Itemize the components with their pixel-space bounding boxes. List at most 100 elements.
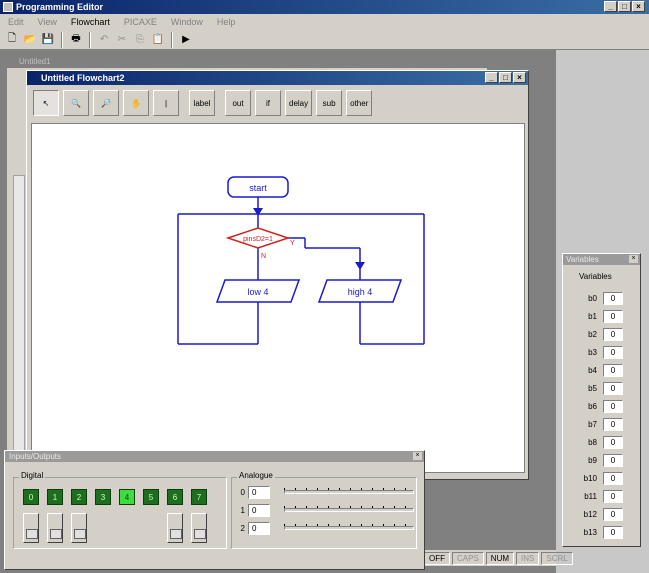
status-off: OFF [424, 551, 450, 565]
variable-row-b0: b0 0 [573, 292, 623, 305]
close-button[interactable]: × [632, 1, 645, 12]
input-switch-0[interactable] [23, 513, 39, 543]
menu-item-4[interactable]: Window [171, 17, 203, 27]
variable-value-field[interactable]: 0 [603, 454, 623, 467]
other-command-button[interactable]: other [346, 90, 373, 116]
flowchart-minimize-button[interactable]: _ [485, 72, 498, 83]
decision-yes-label: Y [290, 240, 295, 247]
variable-row-b10: b10 0 [573, 472, 623, 485]
variable-value-field[interactable]: 0 [603, 382, 623, 395]
status-ins: INS [516, 551, 540, 565]
variable-name: b3 [588, 348, 597, 357]
inputs-outputs-panel: Inputs/Outputs × Digital 01234567 Analog… [4, 450, 425, 570]
variable-value-field[interactable]: 0 [603, 400, 623, 413]
out-command-button[interactable]: out [225, 90, 251, 116]
input-switch-7[interactable] [191, 513, 207, 543]
variable-value-field[interactable]: 0 [603, 292, 623, 305]
menu-item-0[interactable]: Edit [8, 17, 24, 27]
variable-value-field[interactable]: 0 [603, 328, 623, 341]
status-caps: CAPS [452, 551, 484, 565]
variable-name: b0 [588, 294, 597, 303]
analogue-group-label: Analogue [237, 471, 275, 480]
save-icon[interactable]: 💾 [40, 32, 56, 48]
open-folder-icon[interactable]: 📂 [22, 32, 38, 48]
analogue-value-field[interactable]: 0 [248, 521, 270, 535]
io-panel-titlebar: Inputs/Outputs × [5, 451, 424, 462]
output-led-4: 4 [119, 489, 135, 505]
back-window-scrollbar[interactable] [13, 175, 25, 455]
variable-value-field[interactable]: 0 [603, 364, 623, 377]
variable-value-field[interactable]: 0 [603, 346, 623, 359]
variable-row-b8: b8 0 [573, 436, 623, 449]
line-tool-button[interactable]: | [153, 90, 179, 116]
flowchart-close-button[interactable]: × [513, 72, 526, 83]
variables-panel-close-button[interactable]: × [629, 255, 638, 263]
io-panel-close-button[interactable]: × [413, 452, 422, 460]
variable-row-b11: b11 0 [573, 490, 623, 503]
analogue-slider[interactable] [284, 487, 414, 497]
input-switch-2[interactable] [71, 513, 87, 543]
status-scrl: SCRL [541, 551, 573, 565]
select-tool-button[interactable]: ↖ [33, 90, 59, 116]
analogue-channel-label: 2 [240, 523, 245, 533]
new-file-icon[interactable]: 🗋 [4, 32, 20, 48]
variable-value-field[interactable]: 0 [603, 526, 623, 539]
variable-row-b7: b7 0 [573, 418, 623, 431]
variable-row-b13: b13 0 [573, 526, 623, 539]
app-icon [3, 2, 13, 12]
variable-name: b12 [583, 510, 597, 519]
app-titlebar: Programming Editor _ □ × [0, 0, 649, 14]
menu-item-2[interactable]: Flowchart [71, 17, 110, 27]
sub-command-button[interactable]: sub [316, 90, 343, 116]
paste-icon[interactable]: 📋 [150, 32, 166, 48]
run-program-icon[interactable]: ▶ [178, 32, 194, 48]
variable-row-b3: b3 0 [573, 346, 623, 359]
print-icon[interactable]: 🖶 [68, 32, 84, 48]
zoom-out-tool-button[interactable]: 🔎 [93, 90, 119, 116]
variable-row-b2: b2 0 [573, 328, 623, 341]
app-title: Programming Editor [16, 2, 104, 12]
copy-icon[interactable]: ⎘ [132, 32, 148, 48]
delay-command-button[interactable]: delay [285, 90, 313, 116]
menu-item-1[interactable]: View [38, 17, 57, 27]
analogue-channel-label: 0 [240, 487, 245, 497]
analogue-value-field[interactable]: 0 [248, 485, 270, 499]
input-switch-6[interactable] [167, 513, 183, 543]
variable-value-field[interactable]: 0 [603, 310, 623, 323]
flowchart-maximize-button[interactable]: □ [499, 72, 512, 83]
analogue-slider[interactable] [284, 505, 414, 515]
variable-row-b5: b5 0 [573, 382, 623, 395]
variable-name: b5 [588, 384, 597, 393]
if-command-button[interactable]: if [255, 90, 281, 116]
variable-value-field[interactable]: 0 [603, 508, 623, 521]
variable-row-b4: b4 0 [573, 364, 623, 377]
variable-value-field[interactable]: 0 [603, 418, 623, 431]
variable-name: b6 [588, 402, 597, 411]
variables-panel: Variables × Variables b0 0 b1 0 b2 0 b3 0 b4 0 b5 0… [562, 253, 641, 547]
label-tool-button[interactable]: label [189, 90, 215, 116]
maximize-button[interactable]: □ [618, 1, 631, 12]
output-led-7: 7 [191, 489, 207, 505]
variables-panel-titlebar: Variables × [563, 254, 640, 265]
menu-item-3[interactable]: PICAXE [124, 17, 157, 27]
variable-name: b2 [588, 330, 597, 339]
variables-panel-title: Variables [566, 255, 599, 264]
minimize-button[interactable]: _ [604, 1, 617, 12]
variable-value-field[interactable]: 0 [603, 490, 623, 503]
toolbar-separator [61, 31, 63, 48]
undo-icon[interactable]: ↶ [96, 32, 112, 48]
cut-icon[interactable]: ✂ [114, 32, 130, 48]
flowchart-canvas[interactable]: start pinsD2=1 Y N low 4 high 4 [31, 123, 525, 473]
status-bar: OFF CAPS NUM INS SCRL [424, 550, 573, 566]
pan-tool-button[interactable]: ✋ [123, 90, 149, 116]
variable-value-field[interactable]: 0 [603, 472, 623, 485]
flowchart-window-title: Untitled Flowchart2 [41, 73, 125, 83]
analogue-slider[interactable] [284, 523, 414, 533]
input-switch-1[interactable] [47, 513, 63, 543]
variable-value-field[interactable]: 0 [603, 436, 623, 449]
analogue-row-0: 00 [235, 485, 414, 499]
variable-name: b10 [583, 474, 597, 483]
menu-item-5[interactable]: Help [217, 17, 236, 27]
analogue-value-field[interactable]: 0 [248, 503, 270, 517]
zoom-in-tool-button[interactable]: 🔍 [63, 90, 89, 116]
